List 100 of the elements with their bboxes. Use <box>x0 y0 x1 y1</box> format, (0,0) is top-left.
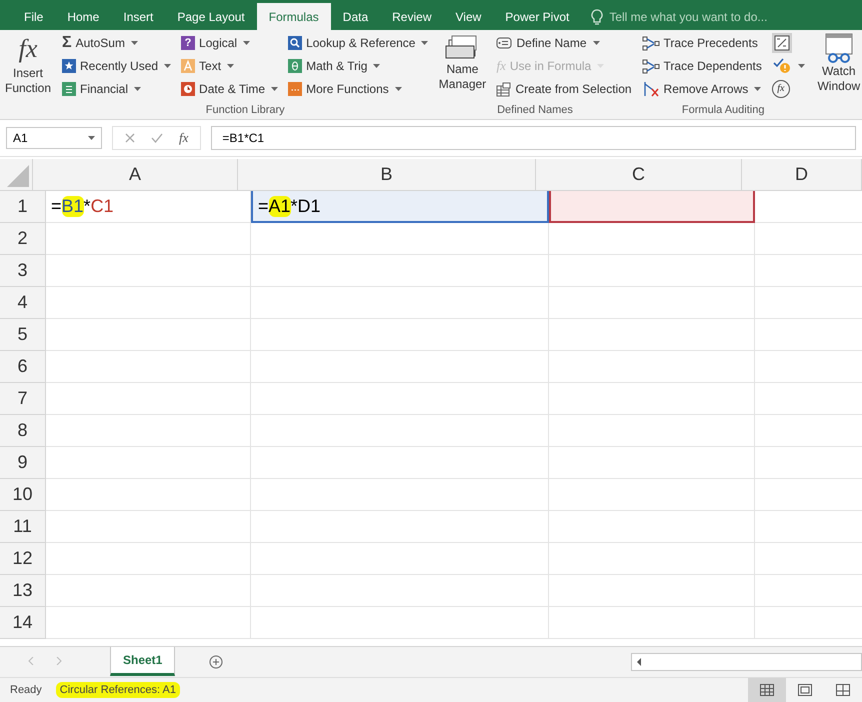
magnifier-book-icon <box>288 36 302 50</box>
ribbon-command-button[interactable]: Lookup & Reference <box>286 32 430 54</box>
table-cell[interactable] <box>549 191 755 223</box>
column-header[interactable]: D <box>742 159 862 191</box>
column-header[interactable]: A <box>33 159 238 191</box>
ribbon-tab[interactable]: Power Pivot <box>493 3 582 30</box>
caret-icon <box>592 41 600 45</box>
caret-icon <box>134 87 142 91</box>
theta-book-icon <box>288 59 302 73</box>
row-header[interactable]: 9 <box>0 447 46 479</box>
formula-field[interactable]: =B1*C1 <box>211 126 856 150</box>
caret-icon <box>227 64 234 68</box>
name-manager-button[interactable]: Name Manager <box>436 32 488 104</box>
caret-icon <box>373 64 380 68</box>
ribbon-command-button[interactable]: More Functions <box>286 78 430 100</box>
ribbon-tab[interactable]: Formulas <box>256 3 331 30</box>
row-header[interactable]: 5 <box>0 319 46 351</box>
row-header[interactable]: 13 <box>0 575 46 607</box>
caret-icon <box>243 41 250 45</box>
dots-book-icon <box>288 82 302 96</box>
select-all-icon[interactable] <box>7 165 29 187</box>
column-header[interactable]: C <box>536 159 742 191</box>
ribbon-tab[interactable]: Review <box>380 3 444 30</box>
ribbon-command-button[interactable]: Text <box>179 55 280 77</box>
caret-icon <box>88 136 95 140</box>
function-icon: fx <box>18 32 38 66</box>
ribbon-command-button[interactable]: Σ AutoSum <box>60 32 174 54</box>
caret-icon <box>394 87 402 91</box>
ribbon-tab[interactable]: Data <box>330 3 380 30</box>
cancel-icon[interactable] <box>125 133 135 143</box>
grid-icon <box>760 684 774 696</box>
ribbon-tab[interactable]: Page Layout <box>165 3 257 30</box>
ribbon-tab[interactable]: View <box>444 3 494 30</box>
caret-icon <box>421 41 428 45</box>
ribbon-command-button[interactable]: Create from Selection <box>494 78 634 100</box>
ribbon-command-button[interactable]: Remove Arrows <box>640 78 764 100</box>
insert-function-button[interactable]: fx Insert Function <box>2 32 54 119</box>
table-icon <box>496 82 512 96</box>
group-label: Formula Auditing <box>680 104 766 118</box>
horizontal-scrollbar[interactable] <box>631 653 862 671</box>
ribbon-command-button[interactable]: Math & Trig <box>286 55 430 77</box>
caret-icon <box>271 87 278 91</box>
star-book-icon <box>62 59 76 73</box>
ribbon-tab[interactable]: Home <box>55 3 112 30</box>
scroll-left-icon[interactable] <box>636 658 642 666</box>
row-header[interactable]: 7 <box>0 383 46 415</box>
row-header[interactable]: 12 <box>0 543 46 575</box>
ribbon-tab[interactable]: Insert <box>111 3 166 30</box>
page-icon <box>798 684 812 696</box>
page-break-icon <box>836 684 850 696</box>
add-sheet-icon[interactable] <box>209 655 224 669</box>
ribbon-command-button[interactable]: Define Name <box>494 32 634 54</box>
status-text: Ready <box>10 684 42 696</box>
sheet-tab[interactable]: Sheet1 <box>110 647 176 676</box>
trace-arrows-icon <box>642 58 660 74</box>
show-formulas-icon <box>772 33 792 53</box>
name-box[interactable]: A1 <box>6 127 102 149</box>
ribbon-command-button[interactable]: Financial <box>60 78 174 100</box>
group-label: Function Library <box>204 104 286 118</box>
scroll-right-icon[interactable] <box>56 657 62 665</box>
tag-icon <box>496 37 512 49</box>
ribbon-command-button[interactable]: ? Logical <box>179 32 280 54</box>
ribbon-command-button[interactable]: Date & Time <box>179 78 280 100</box>
row-header[interactable]: 2 <box>0 223 46 255</box>
clock-book-icon <box>181 82 196 96</box>
checkmark-icon[interactable] <box>151 133 163 143</box>
ribbon-icon-button[interactable]: fx <box>770 78 807 100</box>
error-check-icon <box>772 57 792 75</box>
insert-function-icon[interactable]: fx <box>179 130 188 146</box>
status-text: Circular References: A1 <box>56 682 180 698</box>
column-header[interactable]: B <box>238 159 536 191</box>
caret-icon <box>754 87 762 91</box>
remove-arrows-icon <box>642 81 660 97</box>
row-header[interactable]: 14 <box>0 607 46 639</box>
ribbon-command-button[interactable]: Trace Dependents <box>640 55 764 77</box>
normal-view-button[interactable] <box>748 678 786 702</box>
row-header[interactable]: 1 <box>0 191 46 223</box>
ribbon-tab[interactable]: File <box>12 3 56 30</box>
row-header[interactable]: 11 <box>0 511 46 543</box>
ledger-book-icon <box>62 82 76 96</box>
group-label: Defined Names <box>496 104 574 118</box>
ribbon-command-button[interactable]: Trace Precedents <box>640 32 764 54</box>
caret-icon <box>130 41 138 45</box>
evaluate-formula-icon: fx <box>772 80 790 98</box>
letter-book-icon <box>181 59 196 73</box>
tell-me-field[interactable]: Tell me what you want to do... <box>607 8 802 24</box>
row-header[interactable]: 8 <box>0 415 46 447</box>
question-book-icon: ? <box>181 36 196 50</box>
caret-icon <box>798 64 805 68</box>
caret-icon <box>164 64 172 68</box>
function-icon: fx <box>496 58 506 74</box>
row-header[interactable]: 6 <box>0 351 46 383</box>
row-header[interactable]: 10 <box>0 479 46 511</box>
lightbulb-icon <box>591 8 604 24</box>
ribbon-command-button[interactable]: Recently Used <box>60 55 174 77</box>
trace-arrows-icon <box>642 36 660 50</box>
row-header[interactable]: 3 <box>0 255 46 287</box>
sigma-icon: Σ <box>62 35 72 51</box>
row-header[interactable]: 4 <box>0 287 46 319</box>
watch-window-button[interactable]: Watch Window <box>812 32 862 119</box>
